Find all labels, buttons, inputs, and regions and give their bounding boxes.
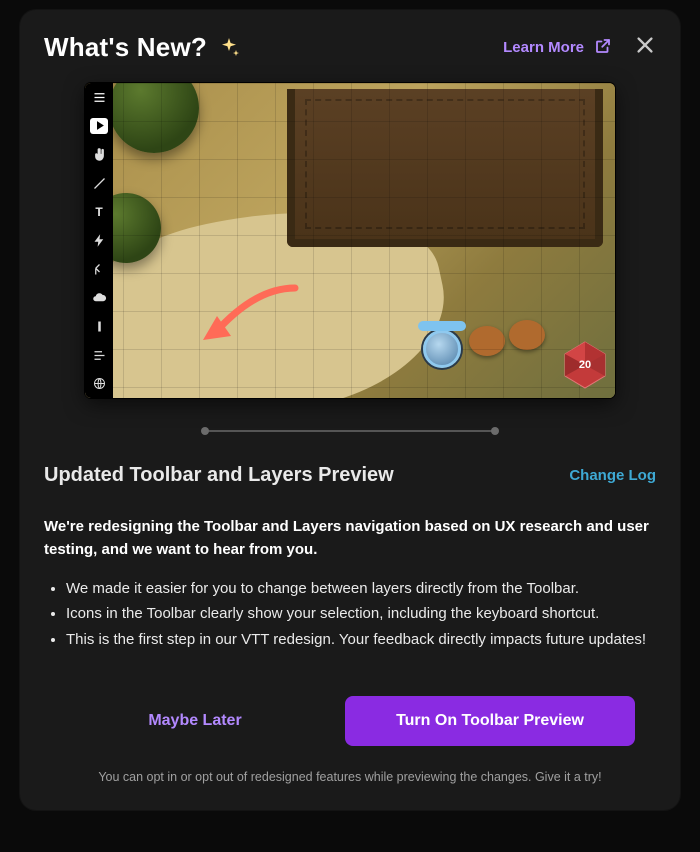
modal-title: What's New? (44, 32, 207, 63)
preview-toolbar: T (85, 83, 113, 398)
maybe-later-button[interactable]: Maybe Later (65, 696, 325, 746)
lightning-icon[interactable] (90, 232, 108, 249)
character-token (423, 330, 461, 368)
list-item: This is the first step in our VTT redesi… (66, 627, 656, 653)
whats-new-modal: What's New? Learn More (20, 10, 680, 810)
intro-text: We're redesigning the Toolbar and Layers… (44, 515, 656, 562)
carousel-slider[interactable] (205, 430, 495, 432)
hand-icon[interactable] (90, 146, 108, 163)
text-icon[interactable]: T (90, 204, 108, 221)
d20-icon: 20 (563, 340, 607, 390)
list-item: We made it easier for you to change betw… (66, 576, 656, 602)
ruler-icon[interactable] (90, 318, 108, 335)
cloud-icon[interactable] (90, 289, 108, 306)
preview-image: 20 T (85, 83, 615, 398)
layers-icon[interactable] (90, 89, 108, 106)
brush-icon[interactable] (90, 175, 108, 192)
turn-on-preview-button[interactable]: Turn On Toolbar Preview (345, 696, 635, 746)
list-item: Icons in the Toolbar clearly show your s… (66, 601, 656, 627)
modal-header: What's New? Learn More (44, 32, 656, 63)
globe-icon[interactable] (90, 375, 108, 392)
feature-list: We made it easier for you to change betw… (44, 576, 656, 653)
close-button[interactable] (634, 34, 656, 61)
learn-more-label: Learn More (503, 39, 584, 56)
sparkle-icon (217, 36, 241, 60)
footnote: You can opt in or opt out of redesigned … (44, 770, 656, 784)
external-link-icon (594, 37, 612, 59)
branch-icon[interactable] (90, 261, 108, 278)
changelog-link[interactable]: Change Log (569, 467, 656, 484)
learn-more-link[interactable]: Learn More (503, 37, 612, 59)
d20-value: 20 (563, 340, 607, 390)
play-icon[interactable] (90, 118, 108, 135)
note-icon[interactable] (90, 347, 108, 364)
annotation-arrow-icon (185, 278, 305, 363)
section-title: Updated Toolbar and Layers Preview (44, 464, 394, 487)
